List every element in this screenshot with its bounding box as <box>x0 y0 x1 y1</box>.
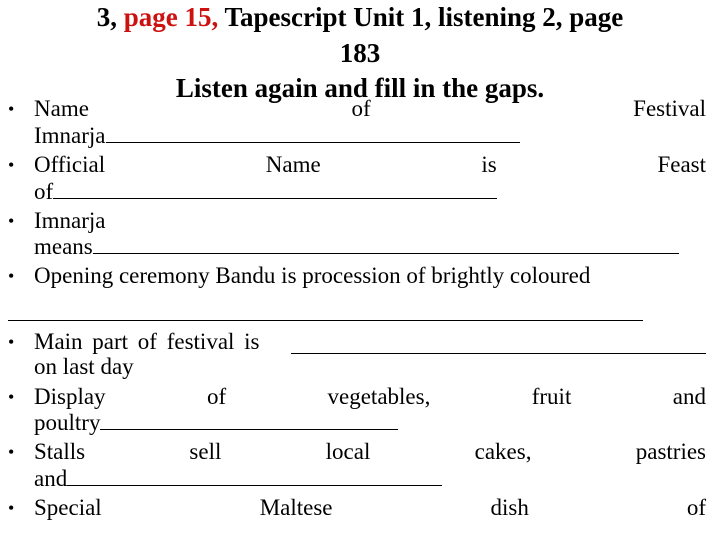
list-item-continuation: means <box>34 233 679 260</box>
title-line-1: 3, page 15, Tapescript Unit 1, listening… <box>0 2 720 32</box>
continuation-text: poultry <box>34 410 101 435</box>
answer-blank[interactable] <box>67 465 443 486</box>
continuation-text: on last day <box>34 354 134 379</box>
word: Maltese <box>259 495 333 520</box>
answer-blank[interactable] <box>92 233 679 254</box>
answer-blank[interactable] <box>100 409 399 430</box>
answer-blank[interactable] <box>8 320 643 321</box>
title-prefix: 3, <box>96 2 117 32</box>
word: Special <box>34 495 102 520</box>
list-item-continuation: on last day <box>34 354 134 380</box>
word: of <box>686 495 706 520</box>
continuation-text: of <box>34 179 54 204</box>
continuation-text: and <box>34 466 68 491</box>
word: of <box>206 384 227 409</box>
answer-blank[interactable] <box>105 122 520 143</box>
bullet-icon: • <box>8 266 15 286</box>
bullet-icon: • <box>8 442 15 462</box>
bullet-icon: • <box>8 332 15 352</box>
word: fruit <box>531 384 572 409</box>
word: Feast <box>657 152 706 177</box>
item-text: Opening ceremony Bandu is procession of … <box>34 263 591 288</box>
word: local <box>325 439 371 464</box>
bullet-icon: • <box>8 99 15 119</box>
word: cakes, <box>474 439 532 464</box>
word: vegetables, <box>327 384 431 409</box>
answer-blank[interactable] <box>291 353 706 354</box>
continuation-text: means <box>34 234 93 259</box>
word: Imnarja <box>34 208 106 233</box>
word: Festival <box>633 96 706 121</box>
continuation-text: Imnarja <box>34 123 106 148</box>
word: and <box>672 384 706 409</box>
word: Stalls <box>34 439 86 464</box>
title-page-reference: page 15, <box>123 2 219 32</box>
list-item-continuation: and <box>34 465 443 492</box>
word: Name <box>265 152 321 177</box>
bullet-icon: • <box>8 211 15 231</box>
word: of <box>351 96 371 121</box>
answer-blank[interactable] <box>53 178 498 199</box>
item-text: Main part of festival is <box>34 329 260 354</box>
word: Name <box>34 96 89 121</box>
title-line-2: 183 <box>339 38 381 68</box>
word: Official <box>34 152 106 177</box>
bullet-icon: • <box>8 387 15 407</box>
bullet-icon: • <box>8 498 15 518</box>
word: Display <box>34 384 106 409</box>
title-rest: Tapescript Unit 1, listening 2, page <box>224 2 624 32</box>
word: pastries <box>635 439 706 464</box>
list-item-continuation: of <box>34 178 498 205</box>
word: sell <box>189 439 222 464</box>
list-item-continuation: poultry <box>34 409 399 436</box>
list-item-continuation: Imnarja <box>34 122 520 149</box>
word: is <box>481 152 497 177</box>
bullet-icon: • <box>8 155 15 175</box>
word: dish <box>490 495 529 520</box>
